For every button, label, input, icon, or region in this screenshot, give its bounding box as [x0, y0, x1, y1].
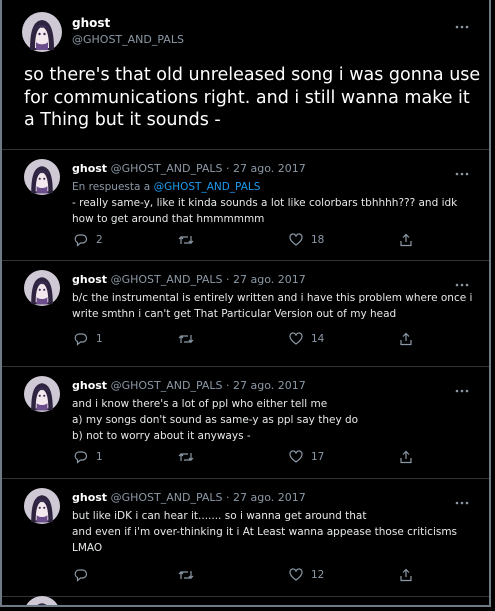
tweet-actions: 1 17: [72, 450, 417, 466]
text-line: - really same-y, like it kinda sounds a …: [72, 197, 458, 209]
reply-icon: [74, 333, 88, 346]
in-reply-to: En respuesta a @GHOST_AND_PALS: [72, 181, 261, 193]
tweet-header: ghost @GHOST_AND_PALS · 27 ago. 2017: [72, 273, 306, 286]
tweet-text: but like iDK i can hear it....... so i w…: [72, 508, 482, 556]
author-meta[interactable]: @GHOST_AND_PALS · 27 ago. 2017: [111, 379, 306, 392]
author-meta[interactable]: @GHOST_AND_PALS · 27 ago. 2017: [111, 273, 306, 286]
retweet-icon: [178, 236, 194, 244]
share-icon: [400, 568, 412, 582]
reply-icon: [74, 451, 88, 464]
retweet-button[interactable]: [178, 450, 202, 464]
reply-tweet[interactable]: ghost @GHOST_AND_PALS · 27 ago. 2017 b/c…: [2, 260, 489, 367]
share-icon: [400, 332, 412, 346]
author-name[interactable]: ghost: [72, 273, 107, 286]
author-name[interactable]: ghost: [72, 379, 107, 392]
reply-count: 2: [96, 234, 103, 246]
text-line: b/c the instrumental is entirely written…: [72, 292, 473, 304]
share-button[interactable]: [399, 450, 413, 464]
reply-button[interactable]: [74, 568, 96, 582]
tweet-text: b/c the instrumental is entirely written…: [72, 290, 482, 322]
tweet-actions: 12: [72, 568, 417, 584]
more-horizontal-icon[interactable]: [455, 378, 469, 397]
reply-button[interactable]: 1: [74, 450, 103, 464]
tweet-header: ghost @GHOST_AND_PALS · 27 ago. 2017: [72, 162, 306, 175]
avatar[interactable]: [24, 596, 60, 607]
like-button[interactable]: 17: [289, 450, 324, 464]
tweet-text: En respuesta a @GHOST_AND_PALS - really …: [72, 179, 482, 227]
heart-icon: [289, 233, 303, 246]
avatar[interactable]: [24, 488, 60, 524]
reply-button[interactable]: 1: [74, 332, 103, 346]
like-button[interactable]: 18: [289, 233, 324, 247]
text-line: a) my songs don't sound as same-y as ppl…: [72, 414, 359, 426]
like-button[interactable]: 12: [289, 568, 324, 582]
tweet-text: so there's that old unreleased song i wa…: [24, 65, 481, 130]
tweet-text: and i know there's a lot of ppl who eith…: [72, 396, 482, 444]
more-horizontal-icon[interactable]: [455, 14, 469, 33]
author-handle[interactable]: @GHOST_AND_PALS: [72, 33, 184, 46]
text-line: write smthn i can't get That Particular …: [72, 308, 397, 320]
retweet-icon: [178, 335, 194, 343]
reply-icon: [74, 234, 88, 247]
like-button[interactable]: 14: [289, 332, 324, 346]
tweet-header: ghost @GHOST_AND_PALS · 27 ago. 2017: [72, 379, 306, 392]
heart-icon: [289, 568, 303, 581]
text-line: but like iDK i can hear it....... so i w…: [72, 510, 367, 522]
reply-tweet[interactable]: ghost @GHOST_AND_PALS · 27 ago. 2017 but…: [2, 478, 489, 597]
retweet-button[interactable]: [178, 568, 202, 582]
share-icon: [400, 450, 412, 464]
text-line: LMAO: [72, 542, 103, 554]
retweet-button[interactable]: [178, 332, 202, 346]
text-line: b) not to worry about it anyways -: [72, 430, 251, 442]
more-horizontal-icon[interactable]: [455, 272, 469, 291]
author-name[interactable]: ghost: [72, 16, 110, 30]
author-name[interactable]: ghost: [72, 162, 107, 175]
avatar[interactable]: [24, 376, 60, 412]
author-meta[interactable]: @GHOST_AND_PALS · 27 ago. 2017: [111, 162, 306, 175]
mention-link[interactable]: @GHOST_AND_PALS: [154, 181, 261, 193]
avatar[interactable]: [24, 159, 60, 195]
text-line: and even if i'm over-thinking it i At Le…: [72, 526, 458, 538]
author-meta[interactable]: @GHOST_AND_PALS · 27 ago. 2017: [111, 491, 306, 504]
heart-icon: [289, 332, 303, 345]
heart-icon: [289, 450, 303, 463]
share-button[interactable]: [399, 233, 413, 247]
text-line: how to get around that hmmmmmm: [72, 213, 265, 225]
tweet-actions: 1 14: [72, 332, 417, 348]
more-horizontal-icon[interactable]: [455, 490, 469, 509]
like-count: 14: [311, 333, 325, 345]
more-horizontal-icon[interactable]: [455, 161, 469, 180]
like-count: 18: [311, 234, 325, 246]
reply-tweet[interactable]: ghost @GHOST_AND_PALS · 27 ago. 2017 En …: [2, 149, 489, 261]
like-count: 17: [311, 451, 325, 463]
main-tweet[interactable]: ghost @GHOST_AND_PALS so there's that ol…: [2, 0, 489, 150]
reply-count: 1: [96, 451, 103, 463]
reply-count: 1: [96, 333, 103, 345]
avatar[interactable]: [24, 270, 60, 306]
retweet-button[interactable]: [178, 233, 202, 247]
tweet-actions: 2 18: [72, 233, 417, 249]
avatar[interactable]: [22, 12, 62, 52]
retweet-icon: [178, 571, 194, 579]
thread-view: ghost @GHOST_AND_PALS so there's that ol…: [0, 0, 491, 607]
reply-button[interactable]: 2: [74, 233, 103, 247]
text-line: and i know there's a lot of ppl who eith…: [72, 398, 328, 410]
share-icon: [400, 233, 412, 247]
share-button[interactable]: [399, 568, 413, 582]
reply-tweet[interactable]: ghost @GHOST_AND_PALS · 27 ago. 2017 and…: [2, 366, 489, 479]
retweet-icon: [178, 453, 194, 461]
author-name[interactable]: ghost: [72, 491, 107, 504]
like-count: 12: [311, 569, 325, 581]
tweet-header: ghost @GHOST_AND_PALS · 27 ago. 2017: [72, 491, 306, 504]
share-button[interactable]: [399, 332, 413, 346]
reply-icon: [74, 569, 88, 582]
